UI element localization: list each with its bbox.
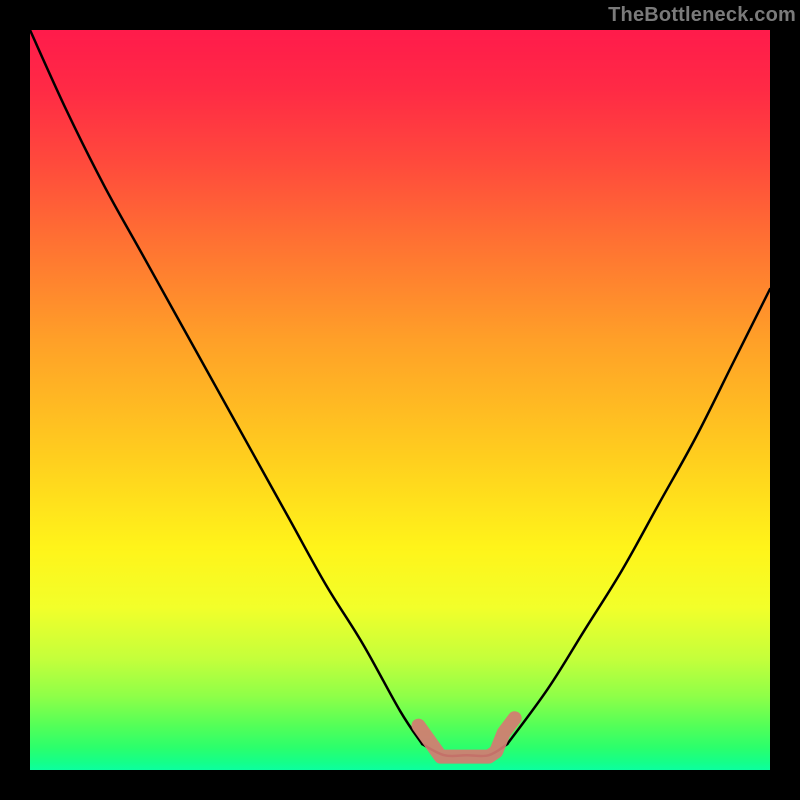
curve-left (30, 30, 422, 744)
watermark-text: TheBottleneck.com (608, 4, 796, 27)
curve-svg (30, 30, 770, 770)
curve-flat (422, 744, 507, 756)
marker-overlay (419, 718, 515, 756)
plot-area (30, 30, 770, 770)
curve-right (507, 289, 770, 744)
chart-frame: TheBottleneck.com (0, 0, 800, 800)
